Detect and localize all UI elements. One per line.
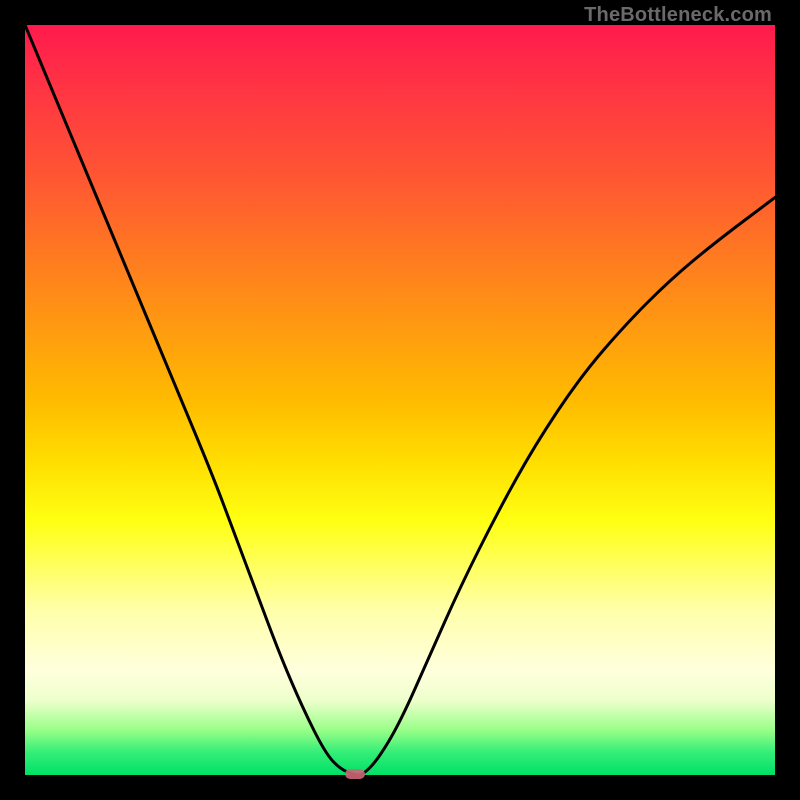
bottleneck-curve — [25, 25, 775, 775]
watermark-text: TheBottleneck.com — [584, 4, 772, 27]
optimum-marker — [345, 769, 365, 779]
chart-frame: TheBottleneck.com — [0, 0, 800, 800]
